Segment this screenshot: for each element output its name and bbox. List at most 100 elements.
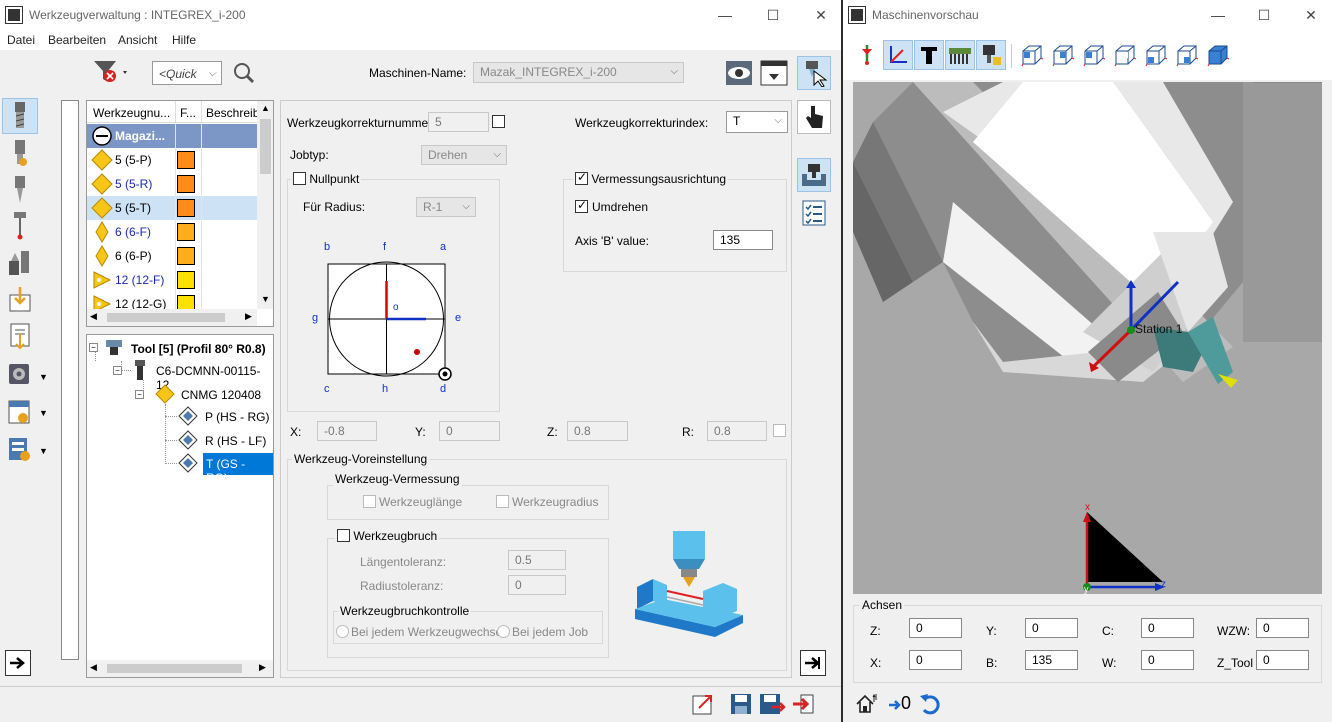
machine-3d-view[interactable]: Station 1 x z y	[853, 82, 1322, 594]
window-view-icon[interactable]	[758, 57, 790, 89]
quick-search-select[interactable]: <Quick ⌵	[152, 61, 222, 85]
tool-list-row[interactable]: Magazi...	[87, 124, 257, 148]
front-view-icon[interactable]	[1017, 40, 1047, 70]
fuer-radius-select[interactable]: R-1 ⌵	[416, 197, 476, 217]
tree-root-label[interactable]: Tool [5] (Profil 80° R0.8)	[131, 342, 266, 356]
arrow-zero-icon[interactable]: 0	[887, 693, 917, 717]
r-checkbox[interactable]	[773, 424, 786, 437]
axis-value-field[interactable]: 0	[1256, 650, 1309, 670]
chevron-down-icon[interactable]: ▼	[39, 408, 48, 418]
holder-settings-button[interactable]	[4, 396, 36, 428]
chevron-down-icon[interactable]: ▼	[39, 446, 48, 456]
werkzeuglaenge-checkbox[interactable]	[363, 495, 376, 508]
tree-collapse-toggle[interactable]: −	[135, 390, 144, 399]
magazine-display-icon[interactable]	[945, 40, 975, 70]
text-label-icon[interactable]	[914, 40, 944, 70]
endmill-tool-button[interactable]	[2, 98, 38, 134]
tap-tool-button[interactable]	[4, 174, 36, 206]
tool-list-row[interactable]: 5 (5-T)	[87, 196, 257, 220]
korrekturnummer-checkbox[interactable]	[492, 115, 505, 128]
laengentoleranz-field[interactable]: 0.5	[508, 550, 566, 570]
minimize-button[interactable]: —	[1203, 4, 1233, 26]
bottom-view-icon[interactable]	[1172, 40, 1202, 70]
checklist-button[interactable]	[797, 196, 831, 230]
axis-value-field[interactable]: 0	[1256, 618, 1309, 638]
close-button[interactable]: ✕	[1296, 4, 1326, 26]
expand-arrow-button[interactable]	[5, 650, 31, 676]
save-icon[interactable]	[727, 690, 755, 718]
tree-collapse-toggle[interactable]: −	[89, 343, 98, 352]
umdrehen-checkbox[interactable]	[575, 198, 588, 213]
list-vertical-scrollbar[interactable]: ▲ ▼	[257, 101, 273, 309]
list-horizontal-scrollbar[interactable]: ◀ ▶	[87, 309, 257, 326]
drill-tool-button[interactable]	[4, 138, 36, 170]
magazine-settings-button[interactable]	[4, 358, 36, 390]
y-field[interactable]: 0	[439, 421, 500, 441]
undo-icon[interactable]	[915, 690, 945, 718]
exit-icon[interactable]	[789, 690, 817, 718]
export-tool-button[interactable]	[4, 320, 36, 352]
probe-tool-button[interactable]	[4, 210, 36, 242]
radio-job[interactable]	[497, 625, 510, 638]
axis-system-icon[interactable]	[883, 40, 913, 70]
menu-hilfe[interactable]: Hilfe	[172, 33, 196, 47]
filter-icon[interactable]	[92, 58, 130, 88]
axis-value-field[interactable]: 0	[909, 618, 962, 638]
axis-value-field[interactable]: 0	[1025, 618, 1078, 638]
save-as-icon[interactable]	[757, 690, 787, 718]
right-view-icon[interactable]	[1110, 40, 1140, 70]
menu-bearbeiten[interactable]: Bearbeiten	[48, 33, 106, 47]
home-icon[interactable]	[853, 690, 881, 718]
pointer-tool-button[interactable]	[797, 56, 831, 90]
tool-list-row[interactable]: 6 (6-F)	[87, 220, 257, 244]
tree-collapse-toggle[interactable]: −	[113, 366, 122, 375]
axis-value-field[interactable]: 0	[1141, 618, 1194, 638]
collapse-arrow-button[interactable]	[800, 650, 826, 676]
axis-value-field[interactable]: 135	[1025, 650, 1078, 670]
chevron-down-icon[interactable]: ▼	[39, 372, 48, 382]
back-view-icon[interactable]	[1048, 40, 1078, 70]
machine-name-select[interactable]: Mazak_INTEGREX_i-200 ⌵	[473, 62, 684, 83]
radio-werkzeugwechsel[interactable]	[336, 625, 349, 638]
axis-value-field[interactable]: 0	[1141, 650, 1194, 670]
jobtyp-select[interactable]: Drehen ⌵	[421, 145, 507, 165]
search-icon[interactable]	[230, 60, 258, 86]
maximize-button[interactable]: ☐	[1249, 4, 1279, 26]
view-eye-icon[interactable]	[723, 57, 755, 89]
korrekturindex-select[interactable]: T ⌵	[726, 111, 788, 133]
column-header-name[interactable]: Werkzeugnu...	[93, 106, 170, 120]
minimize-button[interactable]: —	[710, 4, 740, 26]
nullpunkt-checkbox[interactable]	[293, 172, 306, 186]
x-field[interactable]: -0.8	[317, 421, 377, 441]
r-field[interactable]: 0.8	[707, 421, 767, 441]
import-tool-button[interactable]	[4, 284, 36, 316]
tree-horizontal-scrollbar[interactable]: ◀ ▶	[87, 660, 273, 677]
open-external-icon[interactable]	[689, 690, 717, 718]
tool-list-row[interactable]: 12 (12-F)	[87, 268, 257, 292]
tree-edge-r-label[interactable]: R (HS - LF)	[205, 434, 266, 448]
measure-view-button[interactable]	[797, 158, 831, 192]
nullpunkt-diagram[interactable]	[306, 236, 466, 396]
tool-list-row[interactable]: 5 (5-R)	[87, 172, 257, 196]
turning-tool-button[interactable]	[4, 247, 36, 279]
menu-datei[interactable]: Datei	[7, 33, 35, 47]
column-header-description[interactable]: Beschreib	[206, 106, 259, 120]
menu-ansicht[interactable]: Ansicht	[118, 33, 157, 47]
tree-edge-p-label[interactable]: P (HS - RG)	[205, 410, 269, 424]
tool-holder-display-icon[interactable]	[976, 40, 1006, 70]
column-header-color[interactable]: F...	[180, 106, 196, 120]
z-field[interactable]: 0.8	[567, 421, 628, 441]
vermessungsausrichtung-checkbox[interactable]	[575, 170, 588, 186]
left-view-icon[interactable]	[1079, 40, 1109, 70]
tool-list-row[interactable]: 6 (6-P)	[87, 244, 257, 268]
tree-insert-label[interactable]: CNMG 120408	[181, 388, 261, 402]
iso-view-icon[interactable]	[1203, 40, 1233, 70]
korrekturnummer-field[interactable]: 5	[428, 112, 489, 132]
hand-pointer-button[interactable]	[797, 100, 831, 134]
maximize-button[interactable]: ☐	[758, 4, 788, 26]
werkzeugradius-checkbox[interactable]	[496, 495, 509, 508]
axis-b-field[interactable]: 135	[713, 230, 773, 250]
tree-edge-t-label[interactable]: T (GS - RG)	[203, 453, 273, 485]
top-view-icon[interactable]	[1141, 40, 1171, 70]
tool-list-settings-button[interactable]	[4, 433, 36, 465]
